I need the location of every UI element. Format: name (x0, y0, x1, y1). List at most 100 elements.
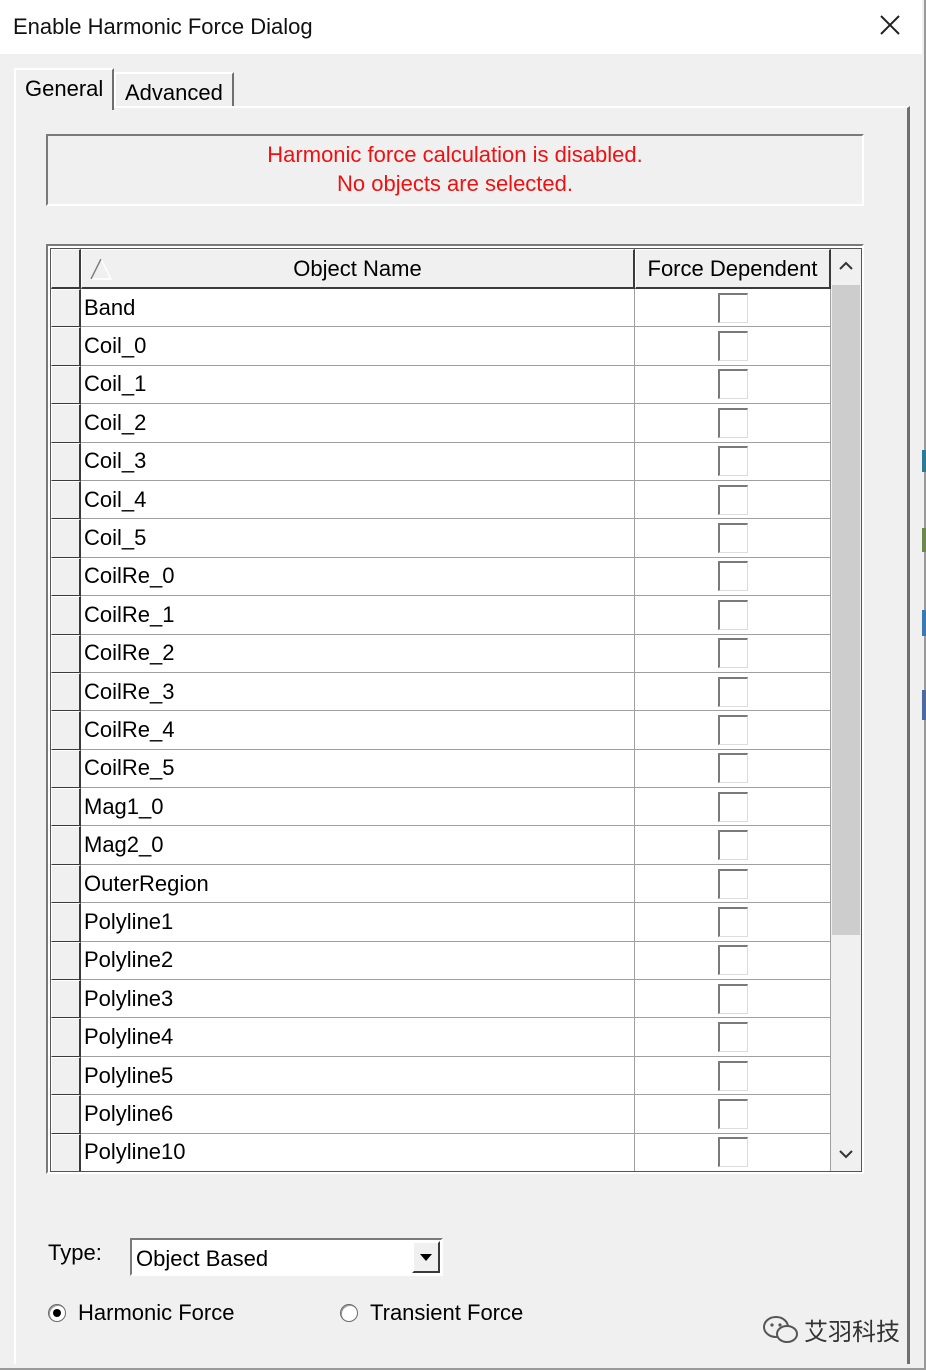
table-row[interactable]: OuterRegion (51, 864, 833, 904)
row-selector[interactable] (51, 634, 81, 673)
object-name-cell[interactable]: CoilRe_1 (81, 596, 635, 635)
table-row[interactable]: CoilRe_1 (51, 596, 833, 635)
table-row[interactable]: CoilRe_0 (51, 557, 833, 597)
table-row[interactable]: Polyline10 (51, 1133, 833, 1171)
force-dependent-checkbox[interactable] (717, 753, 748, 784)
row-selector[interactable] (51, 404, 81, 443)
object-name-cell[interactable]: CoilRe_4 (81, 711, 635, 750)
table-row[interactable]: CoilRe_3 (51, 672, 833, 712)
force-dependent-checkbox[interactable] (717, 983, 748, 1014)
type-select-dropdown-button[interactable] (412, 1241, 440, 1273)
object-name-cell[interactable]: Coil_0 (81, 327, 635, 366)
force-dependent-checkbox[interactable] (717, 523, 748, 554)
table-row[interactable]: Polyline1 (51, 903, 833, 942)
tab-general[interactable]: General (14, 68, 114, 110)
row-selector[interactable] (51, 1095, 81, 1134)
object-name-cell[interactable]: Polyline3 (81, 980, 635, 1019)
object-name-cell[interactable]: OuterRegion (81, 864, 635, 904)
row-selector[interactable] (51, 826, 81, 865)
row-selector[interactable] (51, 365, 81, 405)
row-selector[interactable] (51, 327, 81, 366)
row-selector[interactable] (51, 980, 81, 1019)
object-name-cell[interactable]: Polyline5 (81, 1056, 635, 1096)
row-selector[interactable] (51, 480, 81, 520)
row-selector[interactable] (51, 596, 81, 635)
column-header-force-dependent[interactable]: Force Dependent (635, 249, 831, 289)
force-dependent-checkbox[interactable] (717, 1022, 748, 1053)
table-row[interactable]: CoilRe_5 (51, 749, 833, 789)
force-dependent-checkbox[interactable] (717, 446, 748, 477)
table-row[interactable]: Coil_4 (51, 480, 833, 520)
grid-corner-header[interactable] (51, 249, 81, 289)
object-name-cell[interactable]: Mag2_0 (81, 826, 635, 865)
table-row[interactable]: Band (51, 289, 833, 328)
close-button[interactable] (876, 11, 904, 39)
force-dependent-checkbox[interactable] (717, 676, 748, 707)
force-dependent-checkbox[interactable] (717, 331, 748, 362)
force-dependent-checkbox[interactable] (717, 292, 748, 323)
vertical-scrollbar[interactable] (831, 249, 861, 1171)
object-name-cell[interactable]: Polyline4 (81, 1018, 635, 1057)
force-dependent-checkbox[interactable] (717, 791, 748, 822)
object-name-cell[interactable]: Polyline2 (81, 941, 635, 981)
row-selector[interactable] (51, 941, 81, 981)
row-selector[interactable] (51, 289, 81, 328)
row-selector[interactable] (51, 1056, 81, 1096)
tab-advanced[interactable]: Advanced (114, 72, 234, 108)
table-row[interactable]: Coil_5 (51, 519, 833, 558)
object-name-cell[interactable]: CoilRe_5 (81, 749, 635, 789)
object-name-cell[interactable]: Coil_1 (81, 365, 635, 405)
object-name-cell[interactable]: Coil_5 (81, 519, 635, 558)
force-dependent-checkbox[interactable] (717, 1137, 748, 1168)
object-name-cell[interactable]: Coil_3 (81, 442, 635, 481)
row-selector[interactable] (51, 903, 81, 942)
object-name-cell[interactable]: Polyline1 (81, 903, 635, 942)
row-selector[interactable] (51, 788, 81, 827)
table-row[interactable]: Coil_1 (51, 365, 833, 405)
row-selector[interactable] (51, 1133, 81, 1171)
type-select[interactable]: Object Based (130, 1238, 443, 1276)
row-selector[interactable] (51, 749, 81, 789)
row-selector[interactable] (51, 557, 81, 597)
table-row[interactable]: Coil_3 (51, 442, 833, 481)
table-row[interactable]: Polyline2 (51, 941, 833, 981)
object-name-cell[interactable]: CoilRe_2 (81, 634, 635, 673)
object-name-cell[interactable]: Polyline6 (81, 1095, 635, 1134)
object-name-cell[interactable]: Band (81, 289, 635, 328)
table-row[interactable]: Coil_0 (51, 327, 833, 366)
scrollbar-thumb[interactable] (832, 285, 860, 935)
force-dependent-checkbox[interactable] (717, 561, 748, 592)
radio-harmonic-force[interactable]: Harmonic Force (48, 1300, 234, 1326)
row-selector[interactable] (51, 442, 81, 481)
force-dependent-checkbox[interactable] (717, 714, 748, 745)
force-dependent-checkbox[interactable] (717, 906, 748, 937)
object-name-cell[interactable]: CoilRe_0 (81, 557, 635, 597)
table-row[interactable]: Polyline5 (51, 1056, 833, 1096)
row-selector[interactable] (51, 672, 81, 712)
row-selector[interactable] (51, 864, 81, 904)
table-row[interactable]: Mag2_0 (51, 826, 833, 865)
object-name-cell[interactable]: Coil_2 (81, 404, 635, 443)
table-row[interactable]: Polyline3 (51, 980, 833, 1019)
row-selector[interactable] (51, 711, 81, 750)
scroll-up-button[interactable] (831, 249, 861, 283)
object-name-cell[interactable]: Coil_4 (81, 480, 635, 520)
row-selector[interactable] (51, 519, 81, 558)
object-name-cell[interactable]: CoilRe_3 (81, 672, 635, 712)
force-dependent-checkbox[interactable] (717, 830, 748, 861)
table-row[interactable]: Polyline6 (51, 1095, 833, 1134)
force-dependent-checkbox[interactable] (717, 1060, 748, 1091)
force-dependent-checkbox[interactable] (717, 868, 748, 899)
force-dependent-checkbox[interactable] (717, 1098, 748, 1129)
force-dependent-checkbox[interactable] (717, 599, 748, 630)
radio-harmonic-force-circle[interactable] (48, 1304, 66, 1322)
table-row[interactable]: Coil_2 (51, 404, 833, 443)
table-row[interactable]: Polyline4 (51, 1018, 833, 1057)
force-dependent-checkbox[interactable] (717, 638, 748, 669)
table-row[interactable]: Mag1_0 (51, 788, 833, 827)
force-dependent-checkbox[interactable] (717, 484, 748, 515)
table-row[interactable]: CoilRe_4 (51, 711, 833, 750)
radio-transient-force-circle[interactable] (340, 1304, 358, 1322)
scroll-down-button[interactable] (831, 1137, 861, 1171)
column-header-object-name[interactable]: Object Name (81, 249, 635, 289)
